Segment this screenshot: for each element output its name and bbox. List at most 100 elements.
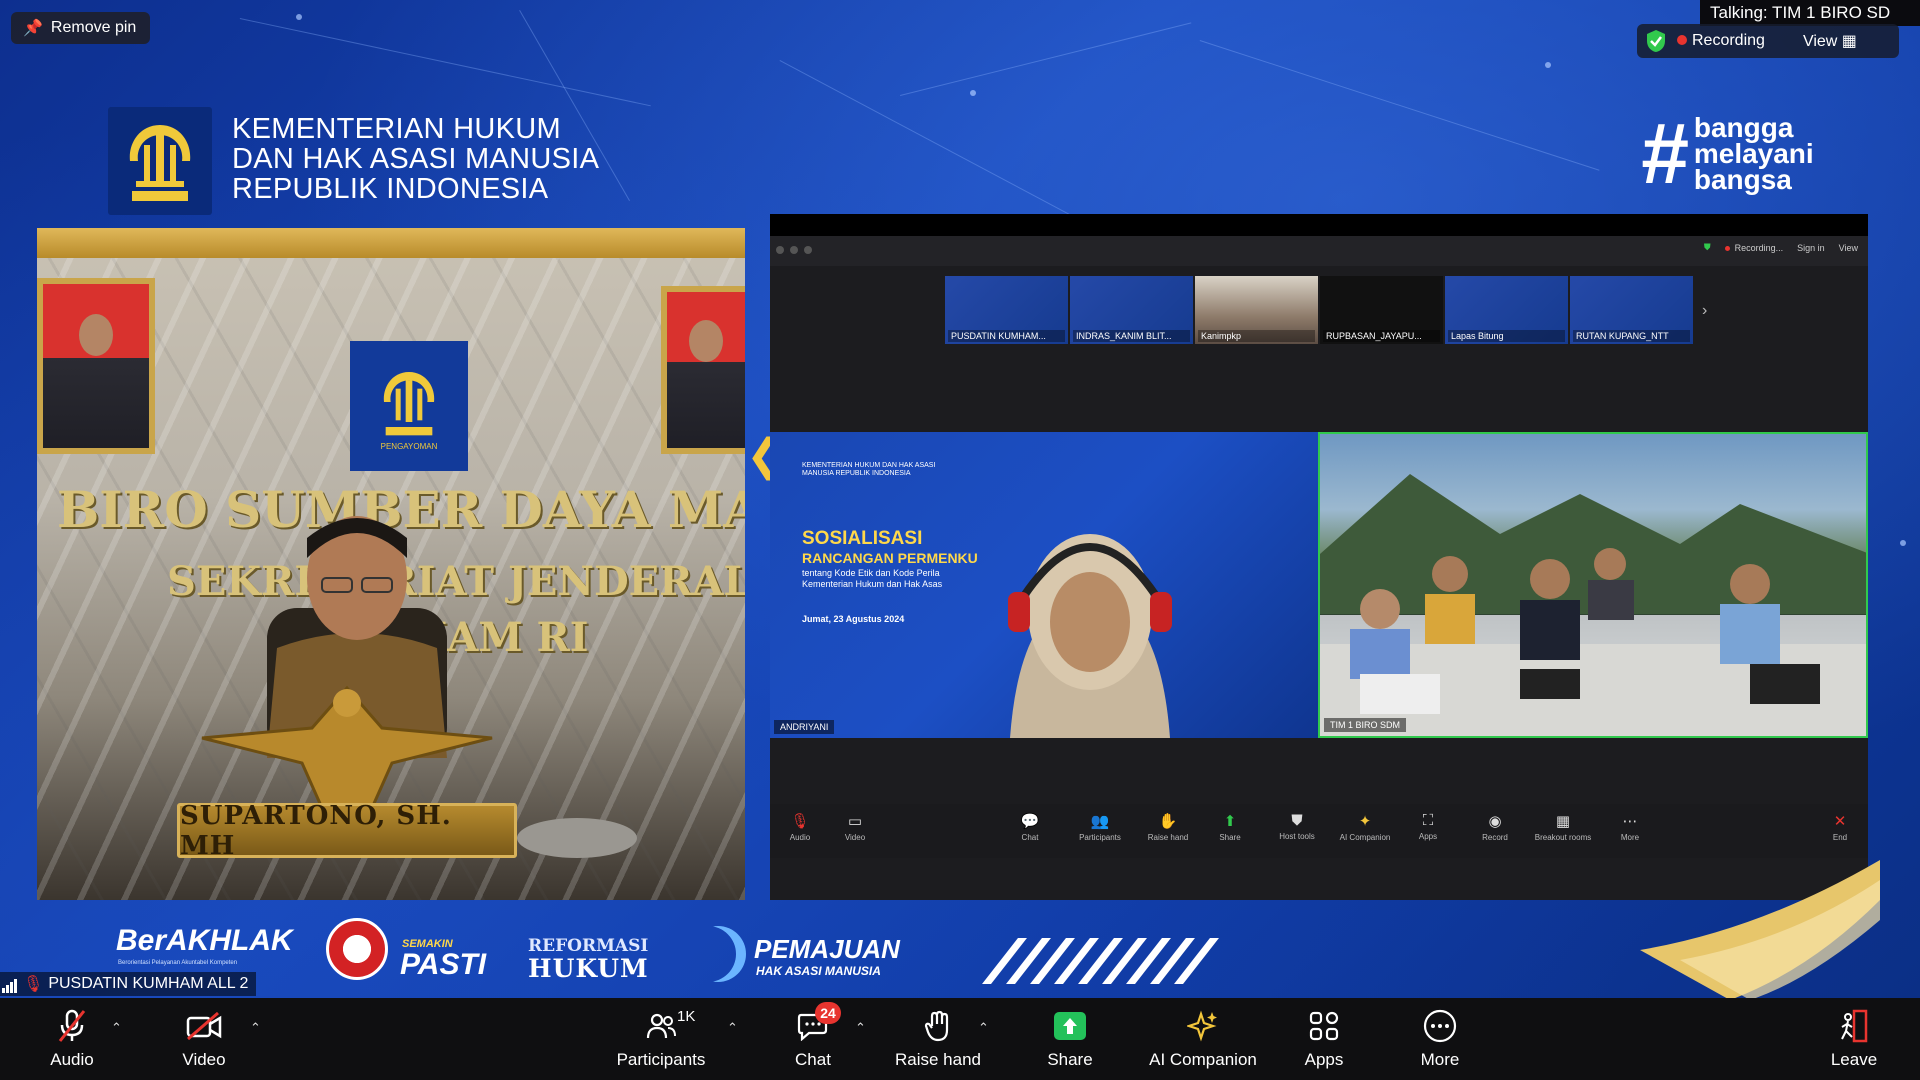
inner-view: View: [1838, 242, 1858, 253]
pasti-badge-icon: [326, 918, 388, 980]
inner-toolbar-item: ▦ Breakout rooms: [1534, 813, 1592, 842]
presenter-video-tile: KEMENTERIAN HUKUM DAN HAK ASASI MANUSIA …: [770, 432, 1318, 738]
video-off-icon: [184, 1006, 224, 1046]
slogan-word: bangsa: [1693, 164, 1792, 195]
participant-thumbnail: RUTAN KUPANG_NTT: [1570, 276, 1693, 344]
gold-swoosh-decoration: [1640, 860, 1880, 998]
inner-toolbar-item: ✕ End: [1832, 813, 1848, 842]
slide-title: SOSIALISASI: [802, 528, 923, 549]
berakhlak-logo: BerAKHLAK: [116, 924, 293, 957]
apps-icon: [1304, 1006, 1344, 1046]
decor-dot: [1900, 540, 1906, 546]
participant-thumbnail: Lapas Bitung: [1445, 276, 1568, 344]
hand-icon: [918, 1006, 958, 1046]
window-dot-icon: [804, 246, 812, 254]
inner-toolbar-item: ⋯ More: [1620, 813, 1640, 842]
pemajuan-label: PEMAJUAN: [754, 934, 900, 964]
ai-companion-button[interactable]: AI Companion: [1144, 1006, 1262, 1076]
active-speaker-video-tile: TIM 1 BIRO SDM: [1318, 432, 1868, 738]
inner-sign-in: Sign in: [1797, 242, 1825, 253]
participants-button[interactable]: 1K Participants: [608, 1006, 714, 1076]
inner-recording-label: Recording...: [1724, 243, 1783, 253]
vice-president-portrait: [661, 286, 745, 454]
inner-toolbar-item: ⬆ Share: [1219, 813, 1241, 842]
inner-zoom-toolbar: 🎙 Audio ▭ Video 💬 Chat 👥 Participants ✋ Raise…: [770, 804, 1868, 858]
room-name-label: TIM 1 BIRO SDM: [1324, 718, 1407, 732]
leave-button[interactable]: Leave: [1822, 1006, 1886, 1076]
slide-ministry-head: KEMENTERIAN HUKUM DAN HAK ASASI MANUSIA …: [802, 462, 936, 477]
remove-pin-button[interactable]: 📌 Remove pin: [11, 12, 151, 44]
chat-icon: 24: [793, 1002, 841, 1046]
chat-options-caret-icon[interactable]: ⌃: [855, 1020, 866, 1036]
participant-thumbnail: RUPBASAN_JAYAPU...: [1320, 276, 1443, 344]
ministry-logo: [108, 107, 212, 215]
pin-icon: 📌: [23, 20, 43, 37]
ministry-line-3: REPUBLIK INDONESIA: [232, 173, 549, 205]
window-dot-icon: [790, 246, 798, 254]
shared-zoom-window[interactable]: ⛊ Recording... Sign in View PUSDATIN KUM…: [770, 214, 1868, 900]
decor-dot: [296, 14, 302, 20]
meeting-toolbar: Audio ⌃ Video ⌃ 1K Participants ⌃ 24 Cha…: [0, 998, 1920, 1080]
slide-date: Jumat, 23 Agustus 2024: [802, 614, 905, 624]
recording-indicator[interactable]: Recording: [1677, 32, 1765, 50]
pinned-video-feed[interactable]: PENGAYOMAN BIRO SUMBER DAYA MANUSIA SEKR…: [37, 228, 745, 900]
inner-status-bar: ⛊ Recording... Sign in View: [1704, 242, 1858, 253]
audio-options-caret-icon[interactable]: ⌃: [111, 1020, 122, 1036]
decor-line: [239, 18, 651, 107]
video-button[interactable]: Video: [172, 1006, 236, 1076]
shared-window-topbar: [770, 214, 1868, 236]
reactions-caret-icon[interactable]: ⌃: [978, 1020, 989, 1036]
hukum-label: HUKUM: [528, 954, 649, 983]
share-button[interactable]: Share: [1040, 1006, 1100, 1076]
mic-muted-icon: 🎙: [23, 976, 44, 993]
signal-strength-icon: [2, 975, 18, 993]
more-button[interactable]: More: [1410, 1006, 1470, 1076]
apps-button[interactable]: Apps: [1294, 1006, 1354, 1076]
participant-thumbnail-strip: PUSDATIN KUMHAM... INDRAS_KANIM BLIT... …: [945, 276, 1693, 344]
meeting-room-scene: [1320, 474, 1866, 736]
participants-count: 1K: [677, 1008, 696, 1025]
garuda-emblem-icon: [201, 685, 493, 810]
shared-screen-backdrop: KEMENTERIAN HUKUM DAN HAK ASASI MANUSIA …: [0, 0, 1920, 998]
inner-toolbar-item: 💬 Chat: [1020, 813, 1040, 842]
self-view-name-label: 🎙 PUSDATIN KUMHAM ALL 2: [0, 972, 257, 996]
inner-toolbar-item: ✋ Raise hand: [1147, 813, 1189, 842]
share-screen-icon: [1050, 1006, 1090, 1046]
view-button[interactable]: View ▦: [1803, 31, 1857, 51]
slide-description: tentang Kode Etik dan Kode Perila Kement…: [802, 568, 943, 589]
pengayoman-tree-icon: [383, 371, 435, 435]
inner-toolbar-item: ✦ AI Companion: [1339, 813, 1391, 842]
participant-thumbnail: PUSDATIN KUMHAM...: [945, 276, 1068, 344]
raise-hand-button[interactable]: Raise hand: [893, 1006, 983, 1076]
pengayoman-tree-icon: [129, 125, 191, 201]
decor-dot: [970, 90, 976, 96]
berakhlak-tagline: Berorientasi Pelayanan Akuntabel Kompete…: [118, 960, 238, 966]
chat-button[interactable]: 24 Chat: [783, 1002, 843, 1076]
talking-indicator: Talking: TIM 1 BIRO SD: [1700, 0, 1920, 26]
inner-toolbar-item: 🎙 Audio: [789, 813, 811, 842]
participants-options-caret-icon[interactable]: ⌃: [727, 1020, 738, 1036]
video-options-caret-icon[interactable]: ⌃: [250, 1020, 261, 1036]
shield-icon: ⛊: [1703, 242, 1711, 252]
slide-subtitle: RANCANGAN PERMENKU: [802, 550, 978, 566]
sparkle-icon: [1183, 1006, 1223, 1046]
presenter-with-headset: [1008, 534, 1172, 738]
inner-toolbar-item: ⛊ Host tools: [1279, 812, 1315, 841]
audio-button[interactable]: Audio: [40, 1006, 104, 1076]
ministry-line-2: DAN HAK ASASI MANUSIA: [232, 143, 600, 175]
ham-label: HAK ASASI MANUSIA: [756, 964, 881, 978]
shield-check-icon[interactable]: [1645, 29, 1667, 53]
leave-icon: [1834, 1006, 1874, 1046]
gold-trim: [37, 228, 745, 258]
logo-caption: PENGAYOMAN: [380, 441, 438, 451]
meeting-status-bar: Recording View ▦: [1637, 24, 1899, 58]
president-portrait: [37, 278, 155, 454]
inner-toolbar-item: 👥 Participants: [1079, 813, 1121, 842]
remove-pin-label: Remove pin: [50, 19, 137, 36]
footer-logo-strip: BerAKHLAK Berorientasi Pelayanan Akuntab…: [0, 910, 1920, 990]
presenter-name-label: ANDRIYANI: [774, 720, 835, 734]
decor-line: [1199, 40, 1600, 171]
decor-dot: [1545, 62, 1551, 68]
decor-line: [900, 22, 1192, 96]
inner-toolbar-item: ⛶ Apps: [1418, 812, 1438, 841]
